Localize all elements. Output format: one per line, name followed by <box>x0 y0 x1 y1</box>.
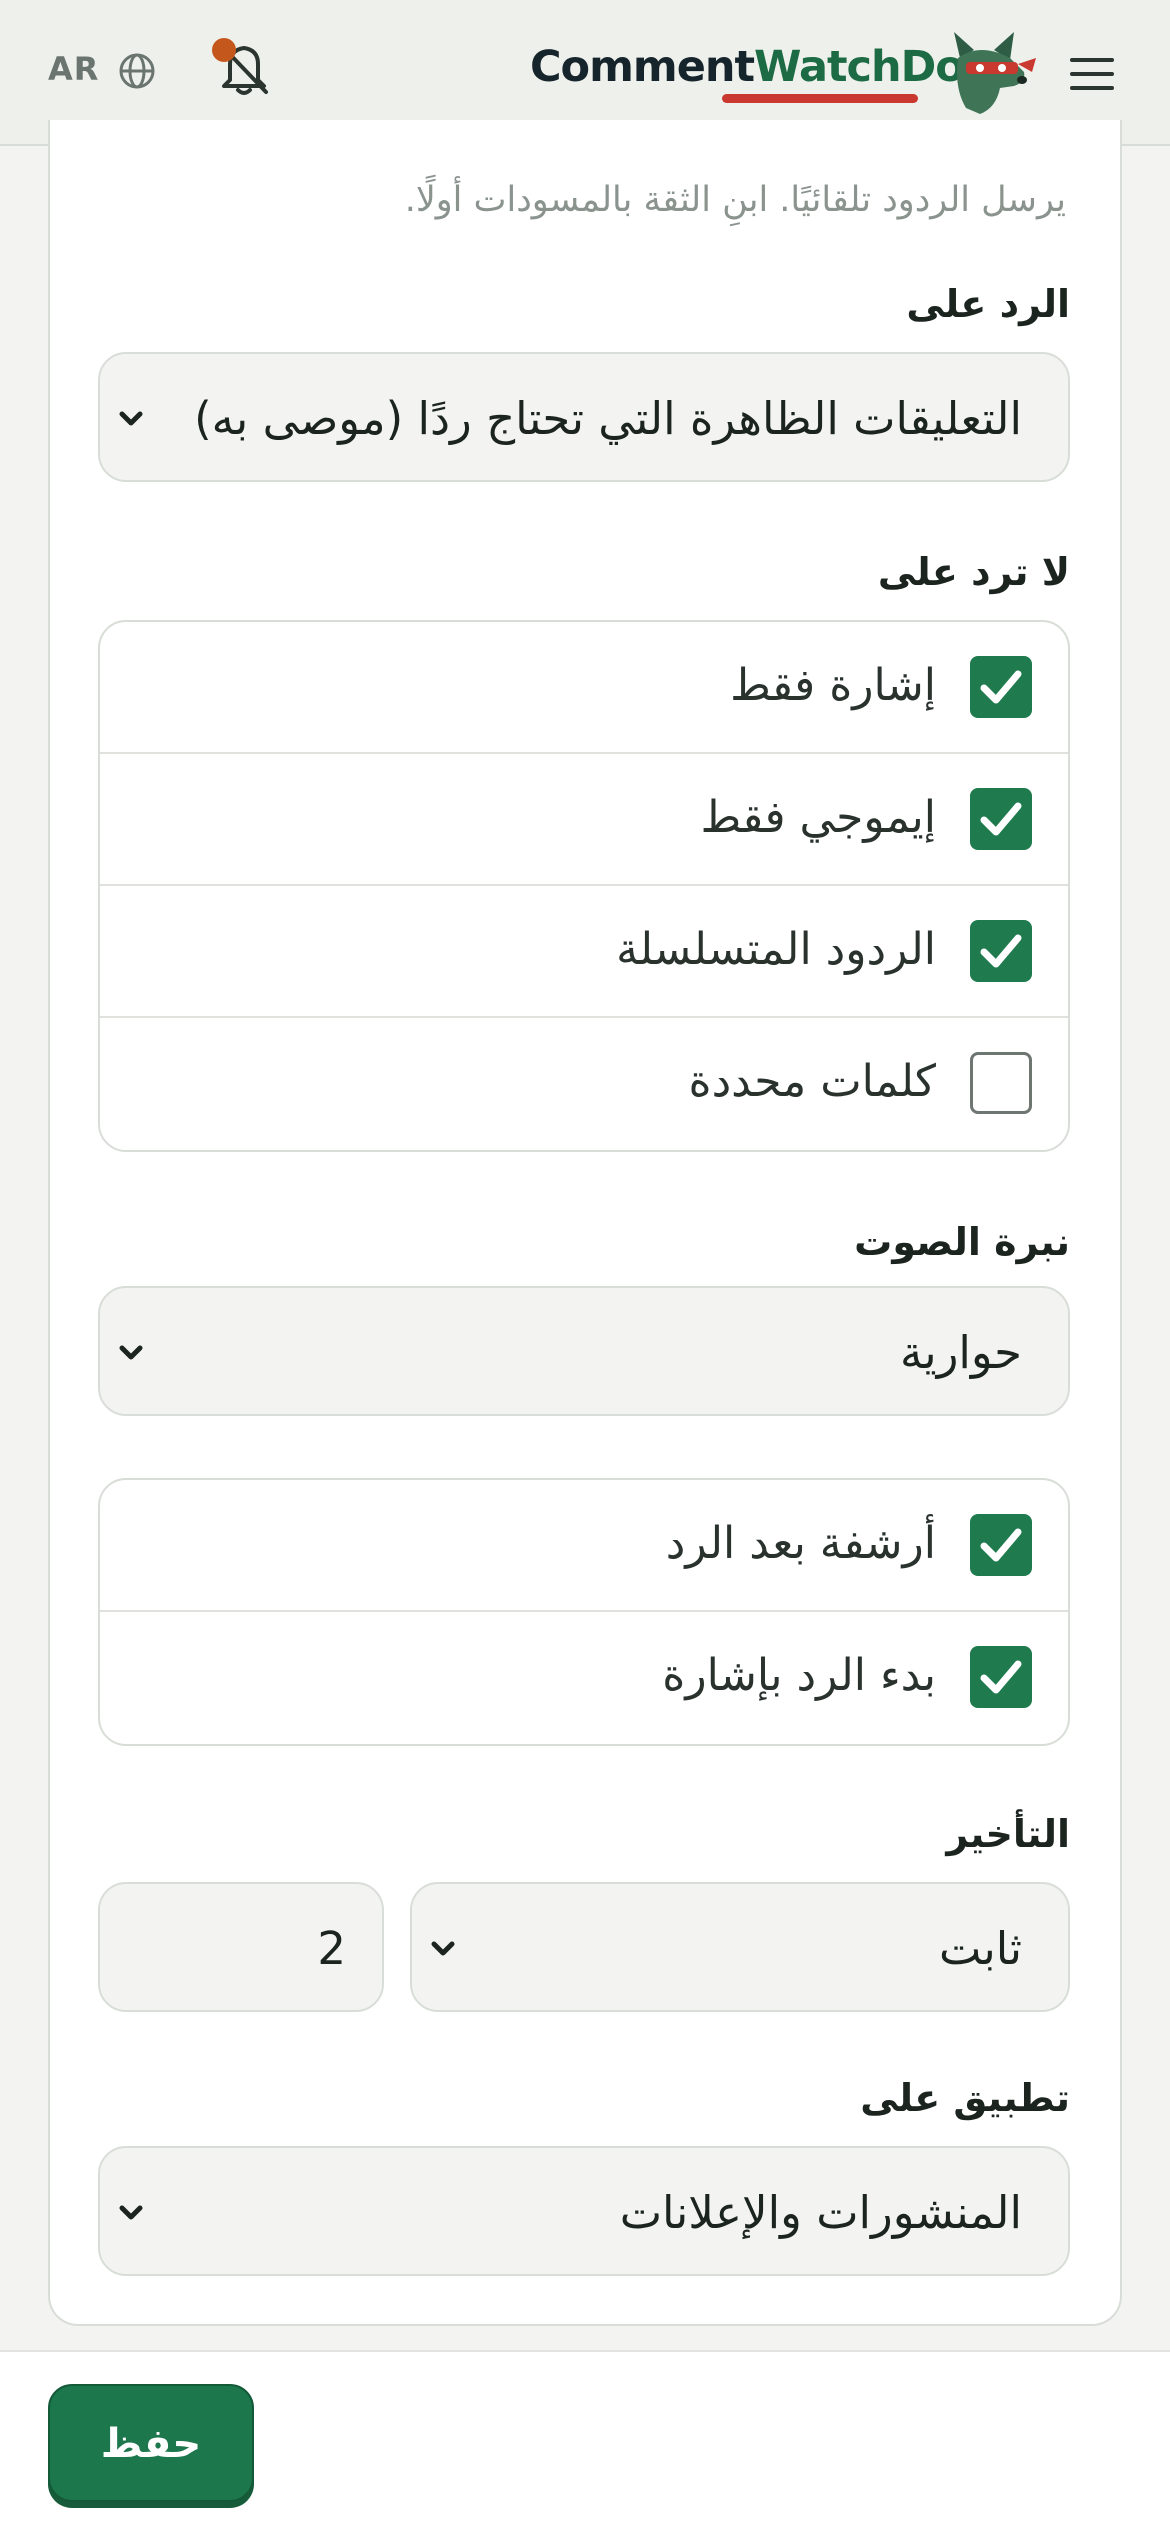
brand-underline <box>722 94 918 103</box>
reply-to-label: الرد على <box>906 282 1070 326</box>
dont-reply-option-threaded-replies[interactable]: الردود المتسلسلة <box>100 886 1068 1018</box>
delay-mode-select[interactable]: ثابت <box>410 1882 1070 2012</box>
dont-reply-option-mention-only[interactable]: إشارة فقط <box>100 622 1068 754</box>
bottom-action-bar: حفظ <box>0 2350 1170 2532</box>
auto-reply-hint: يرسل الردود تلقائيًا. ابنِ الثقة بالمسود… <box>404 180 1066 220</box>
save-button[interactable]: حفظ <box>48 2384 254 2502</box>
chevron-down-icon <box>108 404 154 438</box>
settings-card: يرسل الردود تلقائيًا. ابنِ الثقة بالمسود… <box>48 120 1122 2326</box>
dont-reply-options: إشارة فقط إيموجي فقط الردود المتسلسلة كل… <box>98 620 1070 1152</box>
option-label: أرشفة بعد الرد <box>665 1518 936 1569</box>
tone-select[interactable]: حوارية <box>98 1286 1070 1416</box>
option-archive-after-reply[interactable]: أرشفة بعد الرد <box>100 1480 1068 1612</box>
checkbox-checked[interactable] <box>970 656 1032 718</box>
option-label: إشارة فقط <box>730 660 936 711</box>
delay-label: التأخير <box>946 1812 1070 1856</box>
globe-icon[interactable] <box>116 50 158 96</box>
delay-amount-value: 2 <box>317 1922 346 1975</box>
delay-mode-value: ثابت <box>939 1922 1022 1975</box>
tone-value: حوارية <box>900 1326 1022 1379</box>
option-label: كلمات محددة <box>688 1056 936 1107</box>
reply-extras-options: أرشفة بعد الرد بدء الرد بإشارة <box>98 1478 1070 1746</box>
checkbox-checked[interactable] <box>970 920 1032 982</box>
apply-to-label: تطبيق على <box>860 2076 1070 2120</box>
hamburger-menu-icon[interactable] <box>1068 54 1116 98</box>
checkbox-checked[interactable] <box>970 1646 1032 1708</box>
apply-to-select[interactable]: المنشورات والإعلانات <box>98 2146 1070 2276</box>
chevron-down-icon <box>108 1338 154 1372</box>
dont-reply-option-emoji-only[interactable]: إيموجي فقط <box>100 754 1068 886</box>
dont-reply-label: لا ترد على <box>877 550 1070 594</box>
brand-wordmark[interactable]: CommentWatchDog <box>530 42 995 92</box>
apply-to-value: المنشورات والإعلانات <box>619 2186 1022 2239</box>
checkbox-checked[interactable] <box>970 788 1032 850</box>
delay-amount-input[interactable]: 2 <box>98 1882 384 2012</box>
dog-logo <box>940 28 1040 122</box>
checkbox-checked[interactable] <box>970 1514 1032 1576</box>
dont-reply-option-specific-words[interactable]: كلمات محددة <box>100 1018 1068 1150</box>
notification-dot <box>212 38 236 62</box>
option-start-with-mention[interactable]: بدء الرد بإشارة <box>100 1612 1068 1744</box>
option-label: الردود المتسلسلة <box>616 924 936 975</box>
brand-part-1: Comment <box>530 42 755 92</box>
option-label: إيموجي فقط <box>700 792 936 843</box>
chevron-down-icon <box>420 1934 466 1968</box>
language-code[interactable]: AR <box>48 50 99 88</box>
option-label: بدء الرد بإشارة <box>662 1650 936 1701</box>
reply-to-value: التعليقات الظاهرة التي تحتاج ردًا (موصى … <box>194 392 1022 445</box>
chevron-down-icon <box>108 2198 154 2232</box>
checkbox-unchecked[interactable] <box>970 1052 1032 1114</box>
tone-label: نبرة الصوت <box>854 1220 1070 1264</box>
reply-to-select[interactable]: التعليقات الظاهرة التي تحتاج ردًا (موصى … <box>98 352 1070 482</box>
